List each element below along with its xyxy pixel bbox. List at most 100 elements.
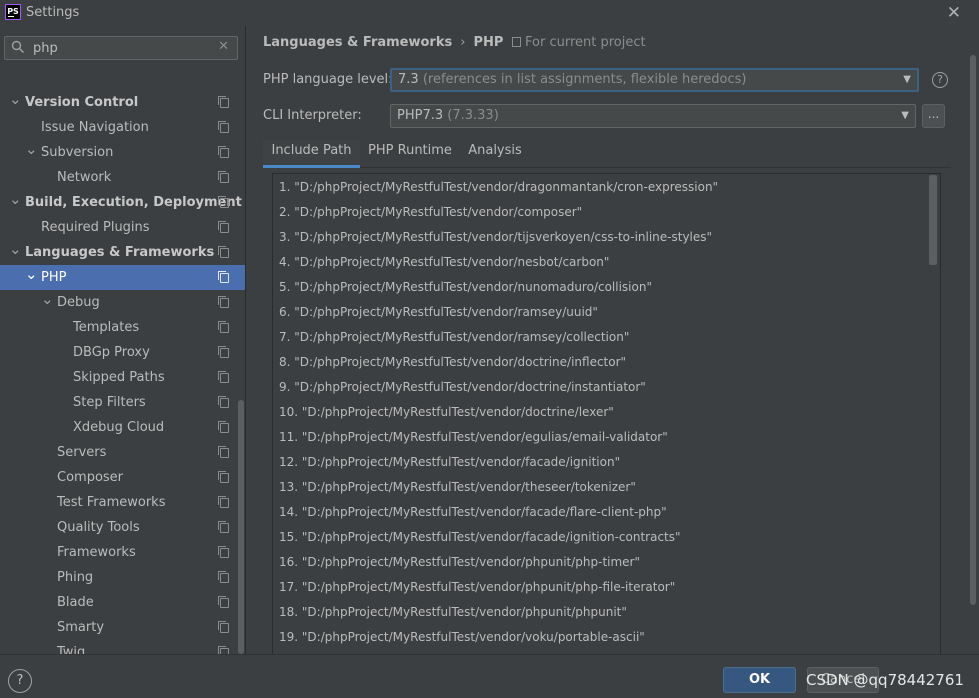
content-scrollbar[interactable]	[970, 55, 976, 605]
chevron-down-icon[interactable]: ⌄	[41, 290, 54, 308]
dialog-footer: ? OK Cancel CSDN @qq78442761	[0, 654, 979, 698]
list-scrollbar[interactable]	[929, 175, 937, 265]
help-icon[interactable]: ?	[932, 72, 948, 88]
project-settings-icon	[218, 421, 229, 433]
chevron-down-icon[interactable]: ⌄	[25, 265, 38, 283]
chevron-down-icon[interactable]: ⌄	[25, 140, 38, 158]
cli-interpreter-dropdown[interactable]: PHP7.3 (7.3.33) ▼	[390, 104, 916, 128]
include-path-item[interactable]: 15. "D:/phpProject/MyRestfulTest/vendor/…	[279, 525, 681, 550]
ok-button[interactable]: OK	[723, 667, 796, 693]
sidebar-item-label: Version Control	[25, 95, 139, 110]
search-icon	[11, 40, 25, 54]
help-icon[interactable]: ?	[8, 669, 32, 693]
chevron-down-icon[interactable]: ⌄	[9, 190, 22, 208]
sidebar-item[interactable]: DBGp Proxy	[0, 340, 245, 365]
sidebar-item-label: Quality Tools	[57, 520, 140, 535]
include-path-list[interactable]: 1. "D:/phpProject/MyRestfulTest/vendor/d…	[272, 173, 941, 655]
sidebar-item[interactable]: Xdebug Cloud	[0, 415, 245, 440]
include-path-item[interactable]: 10. "D:/phpProject/MyRestfulTest/vendor/…	[279, 400, 614, 425]
project-scope-note: For current project	[512, 35, 646, 50]
project-settings-icon	[218, 571, 229, 583]
project-settings-icon	[218, 396, 229, 408]
close-icon[interactable]: ✕	[947, 3, 961, 23]
project-settings-icon	[218, 171, 229, 183]
project-scope-icon	[512, 37, 521, 47]
tab-include-path[interactable]: Include Path	[263, 140, 360, 168]
sidebar-item[interactable]: Composer	[0, 465, 245, 490]
sidebar-item-label: Templates	[73, 320, 140, 335]
php-settings-tabs: Include Path PHP Runtime Analysis	[263, 140, 951, 168]
sidebar-item[interactable]: ⌄ Build, Execution, Deployment	[0, 190, 245, 215]
sidebar-item-label: Smarty	[57, 620, 105, 635]
sidebar-item[interactable]: Test Frameworks	[0, 490, 245, 515]
project-settings-icon	[218, 121, 229, 133]
sidebar-item[interactable]: Templates	[0, 315, 245, 340]
sidebar-item-label: Subversion	[41, 145, 114, 160]
cli-interpreter-detail: (7.3.33)	[447, 108, 499, 123]
sidebar-item-label: PHP	[41, 270, 67, 285]
include-path-item[interactable]: 16. "D:/phpProject/MyRestfulTest/vendor/…	[279, 550, 640, 575]
include-path-item[interactable]: 19. "D:/phpProject/MyRestfulTest/vendor/…	[279, 625, 645, 650]
browse-interpreter-button[interactable]: ...	[922, 104, 945, 128]
sidebar-item-label: Xdebug Cloud	[73, 420, 165, 435]
sidebar-item[interactable]: ⌄ Subversion	[0, 140, 245, 165]
include-path-item[interactable]: 13. "D:/phpProject/MyRestfulTest/vendor/…	[279, 475, 636, 500]
project-settings-icon	[218, 96, 229, 108]
sidebar-item[interactable]: Servers	[0, 440, 245, 465]
sidebar-item[interactable]: Phing	[0, 565, 245, 590]
settings-tree: ⌄ Version Control Issue Navigation ⌄ Subvers…	[0, 78, 245, 654]
sidebar-item[interactable]: Blade	[0, 590, 245, 615]
sidebar-item-label: Composer	[57, 470, 124, 485]
breadcrumb-parent[interactable]: Languages & Frameworks	[263, 35, 452, 50]
sidebar-item-label: Build, Execution, Deployment	[25, 195, 242, 210]
cli-interpreter-value: PHP7.3	[397, 108, 444, 123]
include-path-item[interactable]: 2. "D:/phpProject/MyRestfulTest/vendor/c…	[279, 200, 582, 225]
sidebar-item[interactable]: Step Filters	[0, 390, 245, 415]
project-settings-icon	[218, 271, 229, 283]
chevron-down-icon[interactable]: ⌄	[9, 240, 22, 258]
include-path-item[interactable]: 12. "D:/phpProject/MyRestfulTest/vendor/…	[279, 450, 620, 475]
include-path-item[interactable]: 17. "D:/phpProject/MyRestfulTest/vendor/…	[279, 575, 675, 600]
partial-tree-row	[0, 78, 245, 90]
chevron-down-icon: ▼	[901, 110, 909, 121]
sidebar-item[interactable]: ⌄ Version Control	[0, 90, 245, 115]
tab-php-runtime[interactable]: PHP Runtime	[362, 140, 458, 168]
tab-analysis[interactable]: Analysis	[460, 140, 530, 168]
include-path-item[interactable]: 7. "D:/phpProject/MyRestfulTest/vendor/r…	[279, 325, 629, 350]
language-level-dropdown[interactable]: 7.3 (references in list assignments, fle…	[390, 68, 919, 92]
sidebar-item[interactable]: Quality Tools	[0, 515, 245, 540]
include-path-item[interactable]: 3. "D:/phpProject/MyRestfulTest/vendor/t…	[279, 225, 712, 250]
chevron-down-icon: ▼	[903, 74, 911, 85]
include-path-item[interactable]: 8. "D:/phpProject/MyRestfulTest/vendor/d…	[279, 350, 626, 375]
sidebar-item[interactable]: Issue Navigation	[0, 115, 245, 140]
chevron-down-icon[interactable]: ⌄	[9, 90, 22, 108]
include-path-item[interactable]: 14. "D:/phpProject/MyRestfulTest/vendor/…	[279, 500, 667, 525]
project-settings-icon	[218, 546, 229, 558]
project-settings-icon	[218, 221, 229, 233]
sidebar-item-label: Network	[57, 170, 112, 185]
include-path-item[interactable]: 6. "D:/phpProject/MyRestfulTest/vendor/r…	[279, 300, 598, 325]
sidebar-item[interactable]: Required Plugins	[0, 215, 245, 240]
settings-search-box[interactable]: ✕	[4, 36, 238, 60]
project-settings-icon	[218, 521, 229, 533]
include-path-item[interactable]: 4. "D:/phpProject/MyRestfulTest/vendor/n…	[279, 250, 609, 275]
sidebar-item[interactable]: Skipped Paths	[0, 365, 245, 390]
sidebar-scrollbar[interactable]	[238, 400, 244, 654]
include-path-item[interactable]: 9. "D:/phpProject/MyRestfulTest/vendor/d…	[279, 375, 646, 400]
sidebar-item[interactable]: ⌄ Debug	[0, 290, 245, 315]
search-input[interactable]	[33, 39, 213, 57]
sidebar-item[interactable]: ⌄ Languages & Frameworks	[0, 240, 245, 265]
sidebar-item[interactable]: ⌄ PHP	[0, 265, 245, 290]
include-path-item[interactable]: 18. "D:/phpProject/MyRestfulTest/vendor/…	[279, 600, 627, 625]
sidebar-item[interactable]: Smarty	[0, 615, 245, 640]
language-level-detail: (references in list assignments, flexibl…	[422, 72, 747, 87]
include-path-item[interactable]: 1. "D:/phpProject/MyRestfulTest/vendor/d…	[279, 175, 718, 200]
include-path-item[interactable]: 11. "D:/phpProject/MyRestfulTest/vendor/…	[279, 425, 668, 450]
project-settings-icon	[218, 296, 229, 308]
sidebar-item-label: Debug	[57, 295, 100, 310]
sidebar-item[interactable]: Frameworks	[0, 540, 245, 565]
include-path-item[interactable]: 5. "D:/phpProject/MyRestfulTest/vendor/n…	[279, 275, 652, 300]
sidebar-item[interactable]: Network	[0, 165, 245, 190]
sidebar-item[interactable]: Twig	[0, 640, 245, 654]
clear-search-icon[interactable]: ✕	[218, 39, 229, 54]
